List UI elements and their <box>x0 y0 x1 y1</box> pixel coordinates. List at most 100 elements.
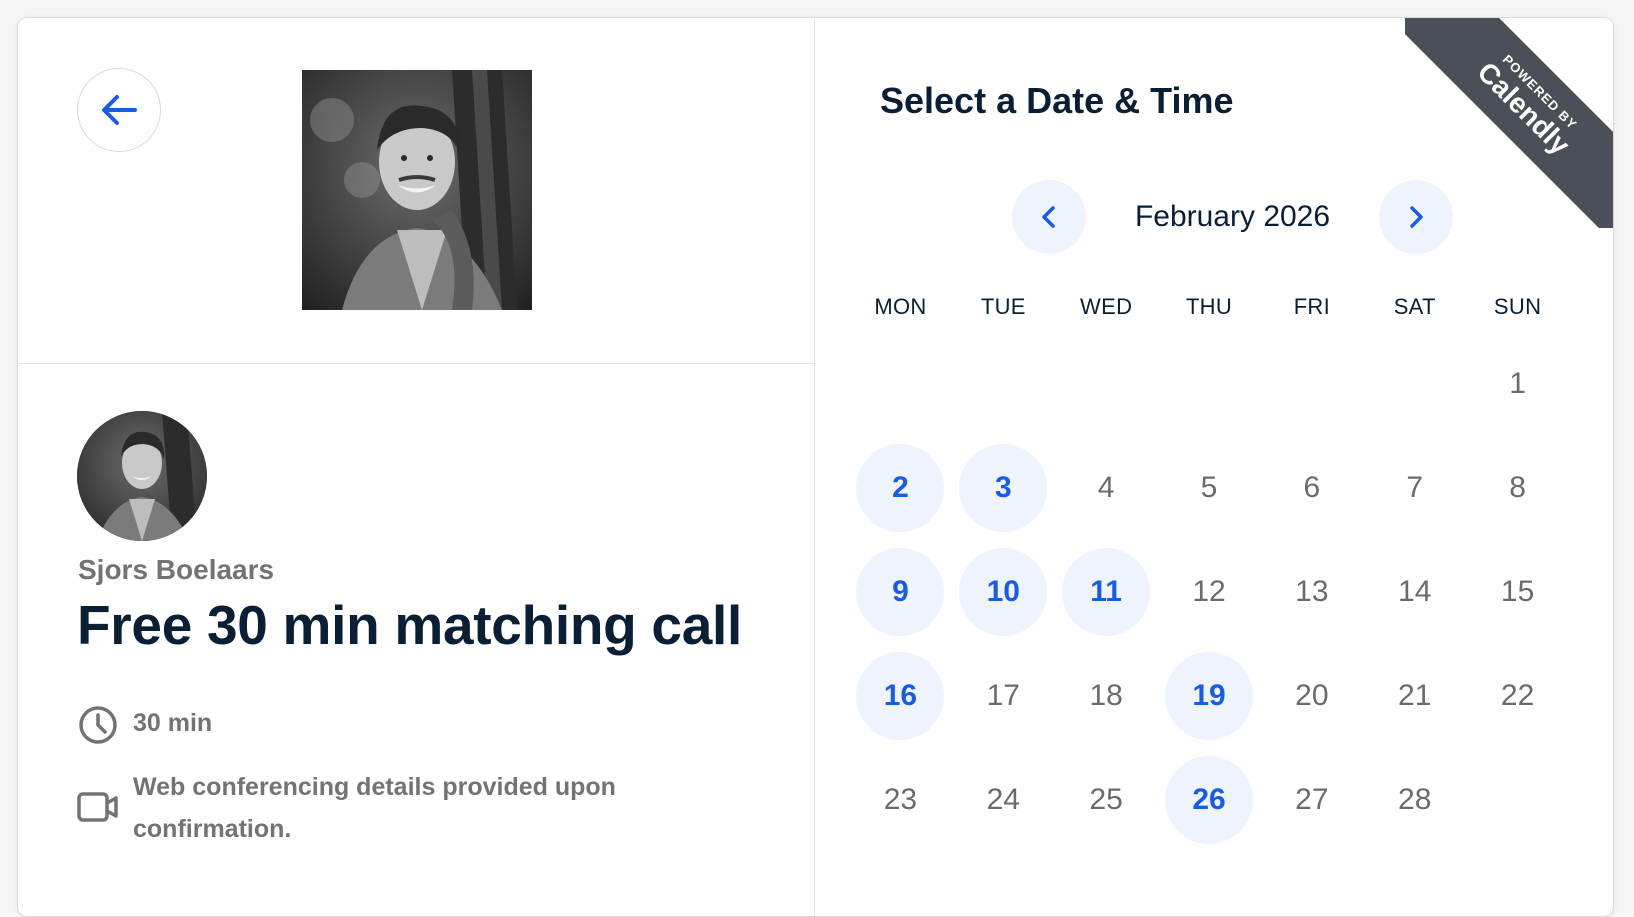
unavailable-date: 17 <box>986 679 1020 712</box>
unavailable-date: 25 <box>1089 783 1123 816</box>
duration-text: 30 min <box>133 709 213 737</box>
calendar-cell: 15 <box>1466 540 1569 644</box>
calendar-cell: 25 <box>1055 748 1158 852</box>
available-date-button[interactable]: 26 <box>1165 756 1253 844</box>
unavailable-date: 15 <box>1500 575 1535 608</box>
calendar-week: 9 10 11 12 13 14 15 <box>849 540 1569 644</box>
calendar-cell <box>1363 332 1466 436</box>
calendar-cell: 23 <box>849 748 952 852</box>
location-line-2: confirmation. <box>133 815 292 843</box>
event-title: Free 30 min matching call <box>77 594 742 656</box>
weekday-sun: SUN <box>1493 294 1542 319</box>
unavailable-date: 20 <box>1295 679 1329 712</box>
date-picker-pane: Select a Date & Time POWERED BY Calendly… <box>815 18 1613 916</box>
arrow-left-icon <box>102 95 137 125</box>
location-line-1: Web conferencing details provided upon <box>133 773 616 801</box>
calendar-cell: 18 <box>1055 644 1158 748</box>
available-date-button[interactable]: 2 <box>856 444 945 532</box>
weekday-header: MON TUE WED THU FRI SAT SUN <box>849 294 1569 320</box>
weekday-mon: MON <box>874 294 927 319</box>
unavailable-date: 23 <box>883 783 918 816</box>
unavailable-date: 5 <box>1200 471 1218 504</box>
available-date-button[interactable]: 11 <box>1062 548 1151 636</box>
calendar-cell: 11 <box>1055 540 1158 644</box>
calendar-cell: 4 <box>1055 436 1158 540</box>
unavailable-date: 12 <box>1192 575 1226 608</box>
calendar-cell <box>1260 332 1363 436</box>
month-navigation: February 2026 <box>815 180 1613 254</box>
event-details-pane: Sjors Boelaars Free 30 min matching call… <box>18 18 815 916</box>
calendar-cell: 1 <box>1466 332 1569 436</box>
calendar-week: 23 24 25 26 27 28 <box>849 748 1569 852</box>
unavailable-date: 7 <box>1406 471 1424 504</box>
calendar-week: 16 17 18 19 20 21 22 <box>849 644 1569 748</box>
calendar-cell: 3 <box>952 436 1055 540</box>
current-month: February 2026 <box>1134 200 1331 233</box>
calendar-cell: 17 <box>952 644 1055 748</box>
calendar-cell: 26 <box>1158 748 1261 852</box>
weekday-sat: SAT <box>1393 294 1436 319</box>
weekday-wed: WED <box>1080 294 1133 319</box>
calendar-cell: 20 <box>1260 644 1363 748</box>
calendar-cell: 14 <box>1363 540 1466 644</box>
available-date-button[interactable]: 3 <box>959 444 1048 532</box>
back-button[interactable] <box>77 68 161 152</box>
weekday-thu: THU <box>1185 294 1233 319</box>
unavailable-date: 6 <box>1303 471 1321 504</box>
calendar-cell: 2 <box>849 436 952 540</box>
calendar-cell: 8 <box>1466 436 1569 540</box>
host-photo <box>302 70 532 310</box>
duration-row: 30 min <box>77 702 212 744</box>
unavailable-date: 22 <box>1500 679 1535 712</box>
unavailable-date: 28 <box>1398 783 1432 816</box>
unavailable-date: 13 <box>1295 575 1329 608</box>
available-date-button[interactable]: 19 <box>1165 652 1253 740</box>
chevron-right-icon <box>1410 206 1423 228</box>
calendar-cell <box>1466 748 1569 852</box>
weekday-tue: TUE <box>980 294 1026 319</box>
calendar-cell: 24 <box>952 748 1055 852</box>
available-date-button[interactable]: 9 <box>856 548 945 636</box>
calendar-week: 1 <box>849 332 1569 436</box>
calendar-cell: 22 <box>1466 644 1569 748</box>
calendar-cell <box>952 332 1055 436</box>
calendar-cell <box>1158 332 1261 436</box>
calendar-grid: 1 2 3 4 5 6 7 8 9 10 11 12 13 14 15 16 17 18 19 20 21 22 23 24 2… <box>849 332 1569 852</box>
calendar-week: 23 4 5 6 7 8 <box>849 436 1569 540</box>
calendar-cell: 9 <box>849 540 952 644</box>
calendar-cell <box>849 332 952 436</box>
unavailable-date: 14 <box>1398 575 1432 608</box>
unavailable-date: 4 <box>1097 471 1115 504</box>
available-date-button[interactable]: 10 <box>959 548 1048 636</box>
calendar-cell: 12 <box>1158 540 1261 644</box>
unavailable-date: 24 <box>986 783 1020 816</box>
unavailable-date: 21 <box>1398 679 1432 712</box>
video-camera-icon <box>77 792 118 822</box>
weekday-fri: FRI <box>1293 294 1331 319</box>
location-row: Web conferencing details provided upon c… <box>77 766 616 850</box>
clock-icon <box>79 706 117 744</box>
available-date-button[interactable]: 16 <box>856 652 945 740</box>
calendar-cell: 16 <box>849 644 952 748</box>
calendar-cell: 19 <box>1158 644 1261 748</box>
booking-card: Sjors Boelaars Free 30 min matching call… <box>17 17 1614 917</box>
calendar-cell: 6 <box>1260 436 1363 540</box>
calendar-cell: 10 <box>952 540 1055 644</box>
unavailable-date: 8 <box>1509 471 1526 504</box>
calendar-cell: 7 <box>1363 436 1466 540</box>
next-month-button[interactable] <box>1379 180 1453 254</box>
unavailable-date: 1 <box>1509 367 1526 400</box>
calendar-cell: 28 <box>1363 748 1466 852</box>
calendar-cell: 27 <box>1260 748 1363 852</box>
avatar <box>77 411 207 541</box>
calendar-cell: 13 <box>1260 540 1363 644</box>
previous-month-button[interactable] <box>1012 180 1086 254</box>
location-text: Web conferencing details provided upon c… <box>133 766 616 850</box>
host-name: Sjors Boelaars <box>78 554 275 585</box>
header-section <box>18 18 815 364</box>
unavailable-date: 18 <box>1089 679 1123 712</box>
unavailable-date: 27 <box>1295 783 1329 816</box>
chevron-left-icon <box>1042 206 1055 228</box>
calendar-cell <box>1055 332 1158 436</box>
section-title: Select a Date & Time <box>880 80 1234 121</box>
